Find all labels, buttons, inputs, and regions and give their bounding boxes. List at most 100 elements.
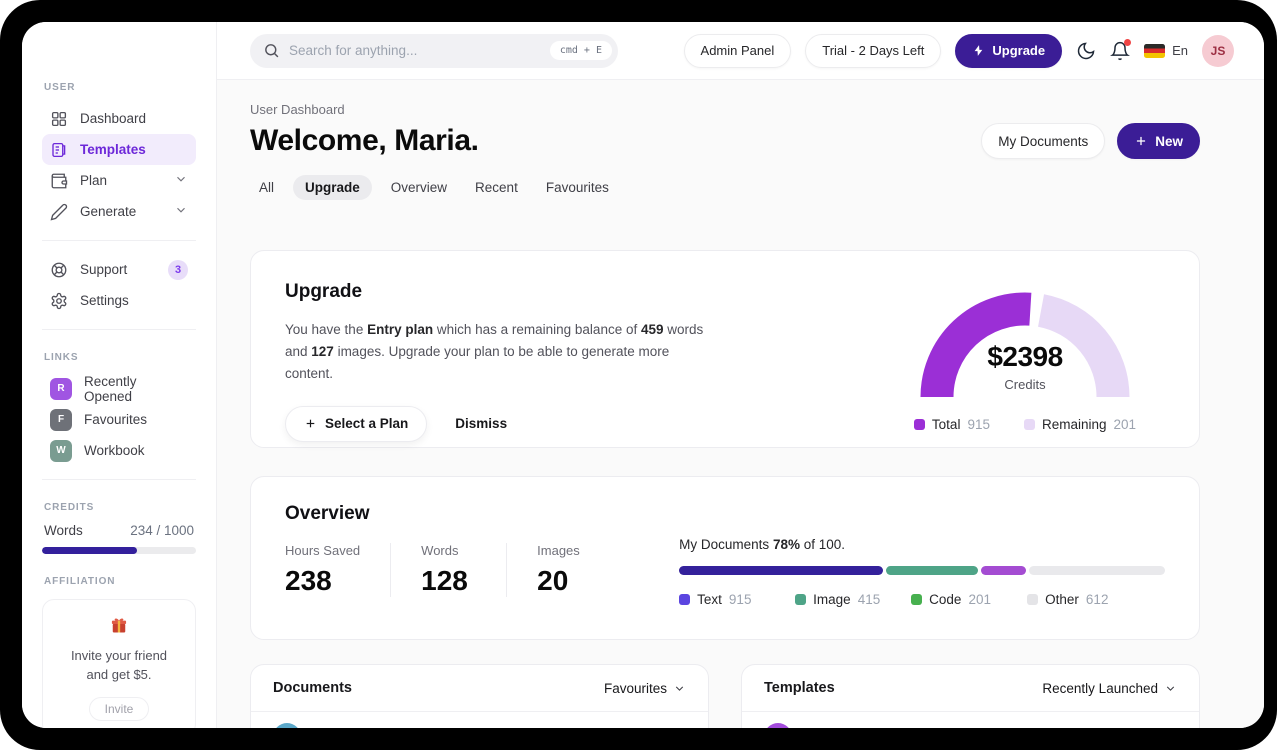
stat-hours-saved: Hours Saved 238 <box>285 543 392 597</box>
filter-tabs: All Upgrade Overview Recent Favourites <box>250 175 1200 200</box>
legend-swatch <box>795 594 807 605</box>
chevron-down-icon <box>675 685 684 691</box>
templates-panel: Templates Recently Launched Blog Post Ti… <box>741 664 1200 728</box>
breadcrumb: User Dashboard <box>250 102 345 117</box>
legend-item-remaining: Remaining 201 <box>1023 417 1136 432</box>
legend-swatch <box>911 594 923 605</box>
sidebar-item-templates[interactable]: Templates <box>42 134 196 165</box>
bar-segment-other <box>1028 566 1165 575</box>
upgrade-card-title: Upgrade <box>285 281 363 302</box>
tab-overview[interactable]: Overview <box>382 175 456 200</box>
link-initial-badge: F <box>50 408 72 431</box>
trial-status-button[interactable]: Trial - 2 Days Left <box>805 33 942 68</box>
search-icon <box>265 44 279 58</box>
affiliation-card: Invite your friend and get $5. Invite <box>42 599 196 728</box>
invite-button[interactable]: Invite <box>88 696 150 721</box>
my-documents-button[interactable]: My Documents <box>981 123 1106 159</box>
sidebar-item-label: Settings <box>80 293 129 308</box>
overview-card-title: Overview <box>285 503 370 524</box>
admin-panel-button[interactable]: Admin Panel <box>683 33 792 68</box>
documents-progress-legend: Text 915 Image 415 Code 201 Other 612 <box>679 592 1165 607</box>
gauge-center-label: Credits <box>1004 377 1046 392</box>
legend-item-text: Text 915 <box>679 592 795 607</box>
sidebar-item-settings[interactable]: Settings <box>42 285 196 316</box>
documents-panel-title: Documents <box>273 680 352 696</box>
templates-filter-dropdown[interactable]: Recently Launched <box>1042 681 1177 696</box>
sidebar-divider <box>42 329 196 330</box>
upgrade-button[interactable]: Upgrade <box>955 33 1063 68</box>
credits-value: 234 / 1000 <box>130 523 194 538</box>
document-row[interactable]: Untitled Document in Workbook <box>251 712 708 728</box>
sidebar-item-label: Dashboard <box>80 111 147 126</box>
documents-panel: Documents Favourites Untitled Document i… <box>250 664 709 728</box>
upgrade-card-left: Upgrade You have the Entry plan which ha… <box>285 281 717 447</box>
lifebuoy-icon <box>51 262 67 277</box>
templates-panel-header: Templates Recently Launched <box>742 665 1199 711</box>
dark-mode-toggle[interactable] <box>1076 41 1096 61</box>
bar-segment-text <box>679 566 883 575</box>
overview-card-left: Overview Hours Saved 238 Words 128 Image… <box>285 503 623 639</box>
gauge-legend: Total 915 Remaining 201 <box>901 417 1149 432</box>
credits-progressbar <box>42 547 196 554</box>
stat-words: Words 128 <box>421 543 508 597</box>
language-selector[interactable]: En <box>1144 43 1188 58</box>
credits-row: Words 234 / 1000 <box>42 523 196 538</box>
documents-panel-header: Documents Favourites <box>251 665 708 711</box>
documents-progress-title: My Documents 78% of 100. <box>679 537 846 552</box>
sidebar-section-user: USER <box>44 82 76 93</box>
sidebar-section-links: LINKS <box>44 352 79 363</box>
tab-recent[interactable]: Recent <box>466 175 527 200</box>
sidebar-link-recently-opened[interactable]: R Recently Opened <box>42 373 196 404</box>
sidebar-link-favourites[interactable]: F Favourites <box>42 404 196 435</box>
tab-all[interactable]: All <box>250 175 283 200</box>
header-actions: My Documents New <box>981 123 1200 159</box>
stat-images: Images 20 <box>537 543 580 596</box>
support-count-badge: 3 <box>168 259 188 280</box>
overview-card-right: My Documents 78% of 100. Text 915 Image … <box>679 503 1165 639</box>
link-initial-badge: W <box>50 439 72 462</box>
sidebar-item-support[interactable]: Support 3 <box>42 254 196 285</box>
sidebar-link-label: Favourites <box>84 412 148 427</box>
template-avatar <box>764 723 792 728</box>
sidebar-item-dashboard[interactable]: Dashboard <box>42 103 196 134</box>
user-avatar[interactable]: JS <box>1202 34 1234 67</box>
notifications-button[interactable] <box>1110 38 1132 61</box>
sidebar-item-label: Plan <box>80 173 108 188</box>
sidebar-link-label: Recently Opened <box>84 373 137 404</box>
sidebar-item-plan[interactable]: Plan <box>42 165 196 196</box>
chevron-down-icon <box>174 172 188 189</box>
credits-gauge: $2398 Credits Total 915 Remaining 201 <box>901 285 1149 447</box>
search-input[interactable] <box>289 43 541 58</box>
credits-label: Words <box>44 523 83 538</box>
credits-progress-fill <box>42 547 138 554</box>
documents-progressbar <box>679 566 1165 575</box>
upgrade-card-actions: Select a Plan Dismiss <box>285 405 717 442</box>
tab-favourites[interactable]: Favourites <box>537 175 618 200</box>
legend-item-other: Other 612 <box>1027 592 1108 607</box>
plus-icon <box>1137 136 1146 146</box>
pencil-icon <box>50 203 68 220</box>
new-button[interactable]: New <box>1117 123 1200 159</box>
templates-panel-title: Templates <box>764 680 835 696</box>
wallet-icon <box>51 173 68 188</box>
page-title: Welcome, Maria. <box>250 124 479 157</box>
legend-item-code: Code 201 <box>911 592 1027 607</box>
overview-stats: Hours Saved 238 Words 128 Images 20 <box>285 543 623 597</box>
notification-dot <box>1124 38 1132 46</box>
topbar: cmd + E Admin Panel Trial - 2 Days Left … <box>217 22 1264 80</box>
german-flag-icon <box>1144 43 1166 58</box>
select-plan-button[interactable]: Select a Plan <box>285 405 428 442</box>
documents-filter-dropdown[interactable]: Favourites <box>604 681 686 696</box>
gear-icon <box>51 292 67 309</box>
tab-upgrade[interactable]: Upgrade <box>293 175 372 200</box>
search-bar[interactable]: cmd + E <box>250 33 618 68</box>
templates-icon <box>52 142 66 157</box>
sidebar-item-label: Generate <box>80 204 137 219</box>
dismiss-button[interactable]: Dismiss <box>455 416 507 431</box>
language-label: En <box>1172 43 1188 58</box>
sidebar-link-workbook[interactable]: W Workbook <box>42 435 196 466</box>
sidebar-item-generate[interactable]: Generate <box>42 196 196 227</box>
link-initial-badge: R <box>50 377 72 400</box>
template-row[interactable]: Blog Post Title in Workbook <box>742 712 1199 728</box>
upgrade-card-text: You have the Entry plan which has a rema… <box>285 322 704 381</box>
